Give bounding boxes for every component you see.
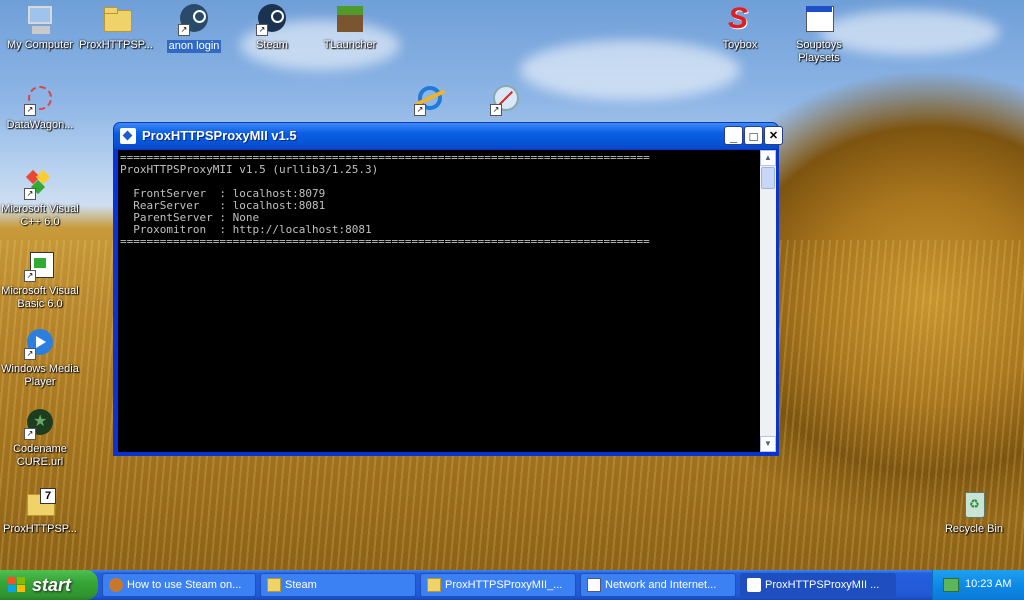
folder-icon — [427, 578, 441, 592]
desktop-icon-codename-cure[interactable]: ★ ↗ Codename CURE.url — [0, 408, 80, 469]
maximize-button[interactable]: □ — [744, 126, 763, 145]
desktop-icon-label: Windows Media Player — [1, 363, 79, 388]
desktop-icon-visual-cpp[interactable]: ↗ Microsoft Visual C++ 6.0 — [0, 168, 80, 229]
scroll-down-arrow-icon[interactable]: ▼ — [760, 436, 776, 452]
console-window[interactable]: ProxHTTPSProxyMII v1.5 _ □ ✕ ===========… — [113, 122, 783, 456]
folder-icon — [267, 578, 281, 592]
taskbar-item-proxhttpsproxymii-folder[interactable]: ProxHTTPSProxyMII_... — [420, 573, 576, 597]
console-app-icon — [747, 578, 761, 592]
close-button[interactable]: ✕ — [764, 126, 783, 145]
desktop-icon-steam[interactable]: ↗ Steam — [232, 4, 312, 52]
computer-icon — [24, 4, 56, 36]
vertical-scrollbar[interactable]: ▲ ▼ — [760, 150, 776, 452]
application-window-icon — [803, 4, 835, 36]
console-output[interactable]: ========================================… — [118, 150, 760, 452]
desktop-icon-label: anon login — [166, 40, 222, 53]
taskbar-item-label: ProxHTTPSProxyMII ... — [765, 579, 880, 591]
desktop-icon-label: Toybox — [722, 39, 758, 51]
desktop-icon-proxhttpsp-folder[interactable]: ProxHTTPSP... — [76, 4, 156, 52]
visual-basic-icon: ↗ — [24, 250, 56, 282]
system-tray: 10:23 AM — [932, 570, 1024, 600]
windows-flag-icon — [8, 577, 26, 593]
window-title: ProxHTTPSProxyMII v1.5 — [142, 128, 297, 143]
visual-cpp-icon: ↗ — [24, 168, 56, 200]
minimize-button[interactable]: _ — [724, 126, 743, 145]
taskbar-item-label: How to use Steam on... — [127, 579, 242, 591]
desktop-icon-label: Souptoys Playsets — [796, 39, 842, 64]
desktop-icon-recycle-bin[interactable]: ♻ Recycle Bin — [934, 488, 1014, 536]
desktop-icon-visual-basic[interactable]: ↗ Microsoft Visual Basic 6.0 — [0, 250, 80, 311]
desktop-icon-label: Steam — [256, 39, 288, 51]
desktop-icon-anon-login[interactable]: ↗ anon login — [154, 4, 234, 54]
desktop-icon-datawagon[interactable]: ↗ DataWagon... — [0, 84, 80, 132]
compass-icon: ↗ — [490, 84, 522, 116]
cure-star-icon: ★ ↗ — [24, 408, 56, 440]
window-titlebar[interactable]: ProxHTTPSProxyMII v1.5 _ □ ✕ — [114, 123, 783, 149]
desktop-icon-label: ProxHTTPSP... — [3, 523, 77, 535]
desktop-icon-label: Microsoft Visual Basic 6.0 — [1, 285, 79, 310]
desktop-icon-label: Recycle Bin — [944, 523, 1004, 535]
toybox-icon: S — [728, 2, 749, 35]
taskbar-item-network-internet[interactable]: Network and Internet... — [580, 573, 736, 597]
control-panel-icon — [587, 578, 601, 592]
folder-icon — [100, 4, 132, 36]
desktop-icon-label: Codename CURE.url — [13, 443, 67, 468]
console-app-icon — [120, 128, 136, 144]
desktop-icon-label: TLauncher — [323, 39, 377, 51]
steam-icon: ↗ — [178, 4, 210, 36]
desktop-icon-proxhttpsp-archive[interactable]: 7 ProxHTTPSP... — [0, 488, 80, 536]
desktop-icon-tlauncher[interactable]: TLauncher — [310, 4, 390, 52]
datawagon-icon: ↗ — [24, 84, 56, 116]
taskbar-item-steam[interactable]: Steam — [260, 573, 416, 597]
desktop-icon-toybox[interactable]: S Toybox — [700, 4, 780, 52]
desktop-icon-label: DataWagon... — [6, 119, 74, 131]
desktop-icon-label: Microsoft Visual C++ 6.0 — [1, 203, 79, 228]
taskbar-item-label: ProxHTTPSProxyMII_... — [445, 579, 563, 591]
desktop-icon-label: ProxHTTPSP... — [79, 39, 153, 51]
internet-explorer-icon: ↗ — [414, 84, 446, 116]
desktop-icon-my-computer[interactable]: My Computer — [0, 4, 80, 52]
desktop-icon-souptoys-playsets[interactable]: Souptoys Playsets — [779, 4, 859, 65]
scroll-up-arrow-icon[interactable]: ▲ — [760, 150, 776, 166]
browser-icon — [109, 578, 123, 592]
7zip-archive-icon: 7 — [24, 488, 56, 520]
start-button[interactable]: start — [0, 570, 98, 600]
desktop-icon-safari[interactable]: ↗ — [466, 84, 546, 116]
taskbar-item-label: Steam — [285, 579, 317, 591]
taskbar-item-proxhttpsproxymii-console[interactable]: ProxHTTPSProxyMII ... — [740, 573, 896, 597]
grass-block-icon — [334, 4, 366, 36]
recycle-bin-icon: ♻ — [958, 488, 990, 520]
network-icon[interactable] — [943, 578, 959, 592]
console-text: ========================================… — [120, 151, 650, 248]
start-label: start — [32, 575, 72, 595]
taskbar-item-steam-guide[interactable]: How to use Steam on... — [102, 573, 256, 597]
taskbar: start How to use Steam on... Steam ProxH… — [0, 570, 1024, 600]
steam-icon: ↗ — [256, 4, 288, 36]
scroll-thumb[interactable] — [761, 167, 775, 189]
taskbar-item-label: Network and Internet... — [605, 579, 717, 591]
clock[interactable]: 10:23 AM — [965, 578, 1011, 590]
desktop-icon-internet-explorer[interactable]: ↗ — [390, 84, 470, 116]
desktop-icon-label: My Computer — [6, 39, 74, 51]
desktop-icon-windows-media-player[interactable]: ↗ Windows Media Player — [0, 328, 80, 389]
media-player-icon: ↗ — [24, 328, 56, 360]
